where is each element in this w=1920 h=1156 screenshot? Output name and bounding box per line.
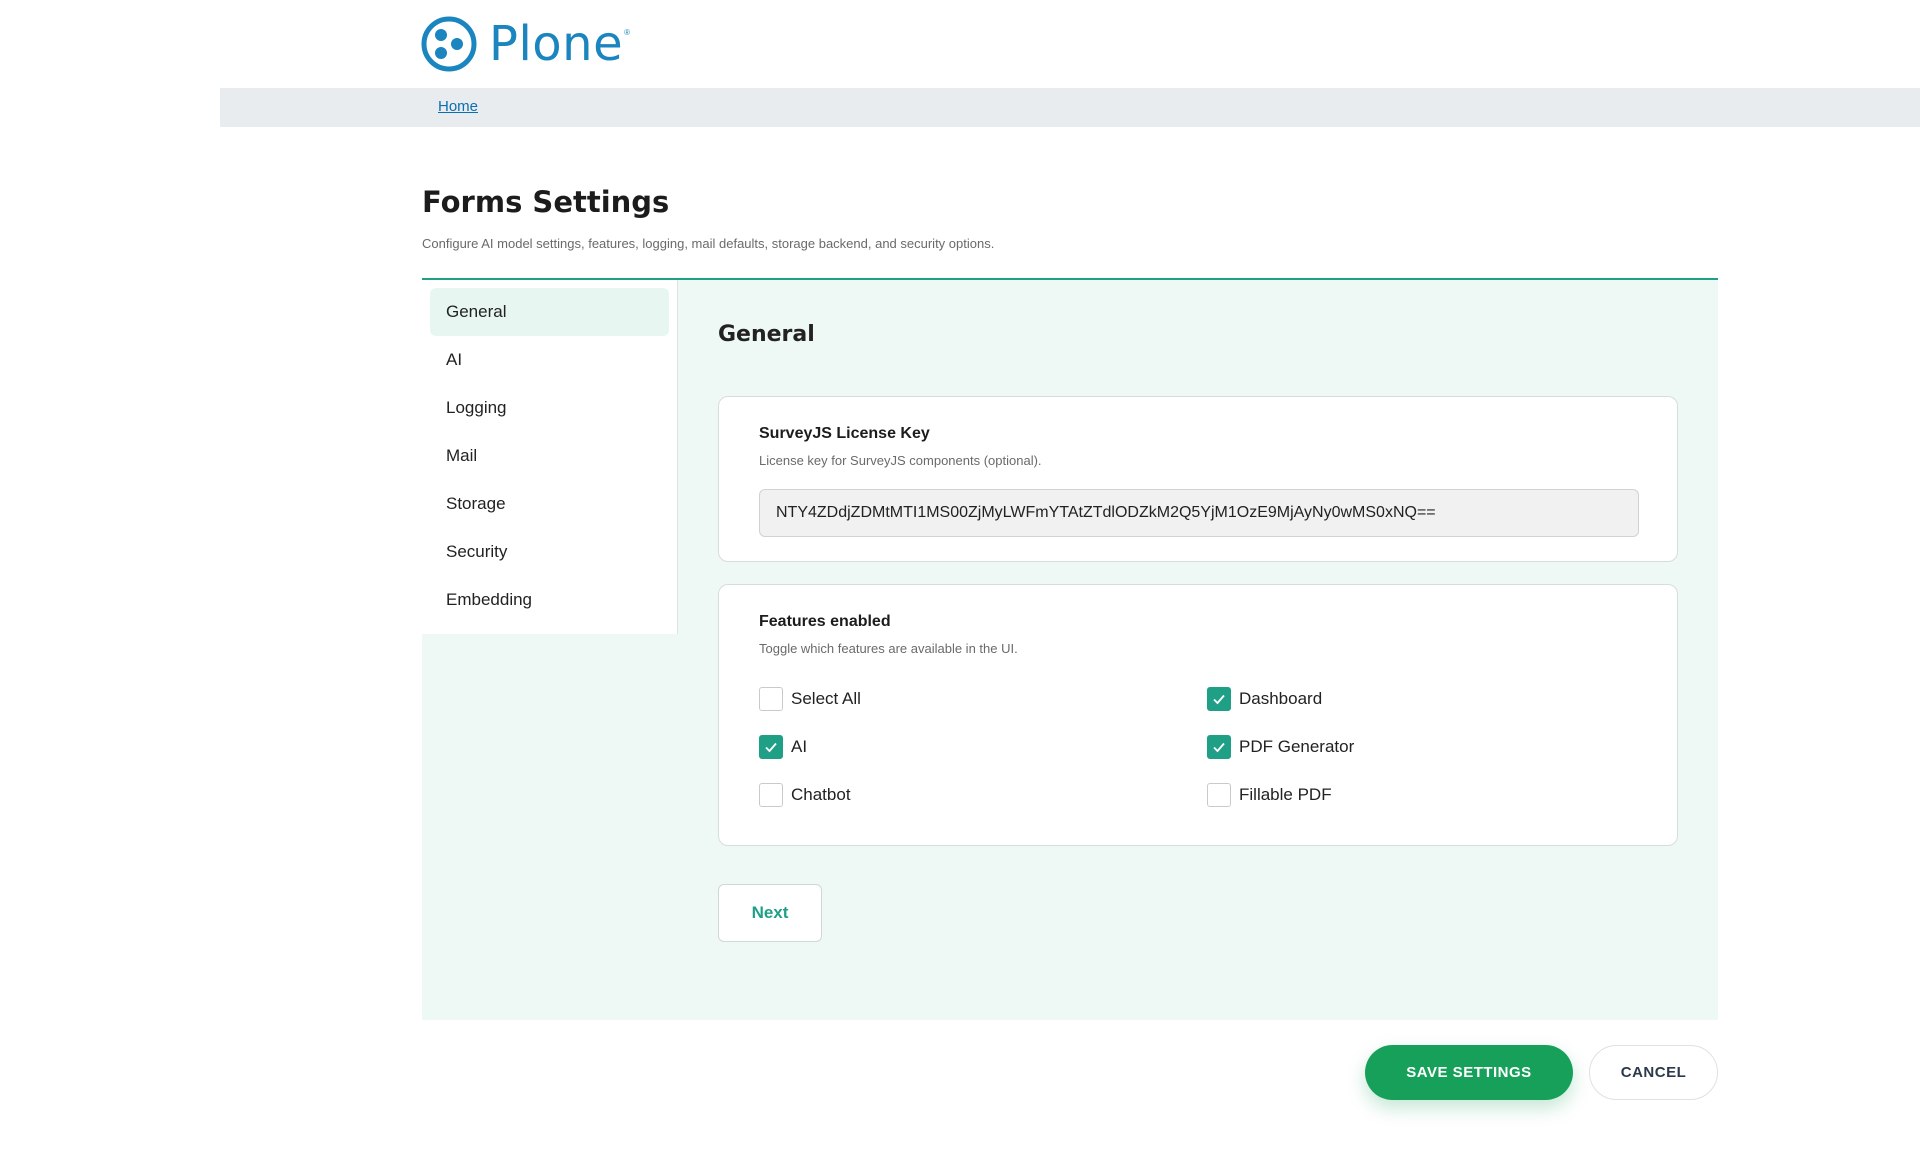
feature-fillable-pdf[interactable]: Fillable PDF <box>1207 783 1332 807</box>
checkbox[interactable] <box>759 735 783 759</box>
feature-label: Select All <box>791 689 861 708</box>
settings-panel: General AI Logging Mail Storage Security… <box>422 278 1718 1020</box>
feature-chatbot[interactable]: Chatbot <box>759 783 851 807</box>
feature-pdf-generator[interactable]: PDF Generator <box>1207 735 1354 759</box>
feature-select-all[interactable]: Select All <box>759 687 861 711</box>
check-icon <box>765 742 777 753</box>
license-key-help: License key for SurveyJS components (opt… <box>759 453 1042 468</box>
sidebar-item-embedding[interactable]: Embedding <box>430 576 669 624</box>
checkbox[interactable] <box>759 687 783 711</box>
next-button[interactable]: Next <box>718 884 822 942</box>
breadcrumb: Home <box>220 88 1920 127</box>
sidebar-item-security[interactable]: Security <box>430 528 669 576</box>
sidebar-item-logging[interactable]: Logging <box>430 384 669 432</box>
feature-dashboard[interactable]: Dashboard <box>1207 687 1322 711</box>
feature-label: Fillable PDF <box>1239 785 1332 804</box>
license-key-card: SurveyJS License Key License key for Sur… <box>718 396 1678 562</box>
save-settings-button[interactable]: SAVE SETTINGS <box>1365 1045 1573 1100</box>
sidebar-item-general[interactable]: General <box>430 288 669 336</box>
sidebar-item-mail[interactable]: Mail <box>430 432 669 480</box>
feature-label: Chatbot <box>791 785 851 804</box>
plone-logo[interactable]: Plone ® <box>421 16 630 72</box>
license-key-input[interactable] <box>759 489 1639 537</box>
check-icon <box>1213 694 1225 705</box>
feature-label: AI <box>791 737 808 756</box>
checkbox[interactable] <box>1207 687 1231 711</box>
license-key-label: SurveyJS License Key <box>759 425 930 442</box>
checkbox[interactable] <box>1207 735 1231 759</box>
check-icon <box>1213 742 1225 753</box>
feature-label: Dashboard <box>1239 689 1323 708</box>
breadcrumb-home-link[interactable]: Home <box>438 98 478 115</box>
cancel-button[interactable]: CANCEL <box>1589 1045 1718 1100</box>
sidebar-item-ai[interactable]: AI <box>430 336 669 384</box>
section-title: General <box>718 322 815 347</box>
logo-wordmark: Plone <box>489 16 624 72</box>
plone-logo-icon <box>421 16 477 72</box>
checkbox[interactable] <box>1207 783 1231 807</box>
page-title: Forms Settings <box>422 185 670 219</box>
checkbox[interactable] <box>759 783 783 807</box>
features-card: Features enabled Toggle which features a… <box>718 584 1678 846</box>
logo-registered-mark: ® <box>624 28 631 37</box>
features-label: Features enabled <box>759 613 891 630</box>
sidebar-item-storage[interactable]: Storage <box>430 480 669 528</box>
features-help: Toggle which features are available in t… <box>759 641 1018 656</box>
page-description: Configure AI model settings, features, l… <box>422 236 995 251</box>
settings-sidebar: General AI Logging Mail Storage Security… <box>422 280 678 634</box>
feature-label: PDF Generator <box>1239 737 1355 756</box>
feature-ai[interactable]: AI <box>759 735 807 759</box>
